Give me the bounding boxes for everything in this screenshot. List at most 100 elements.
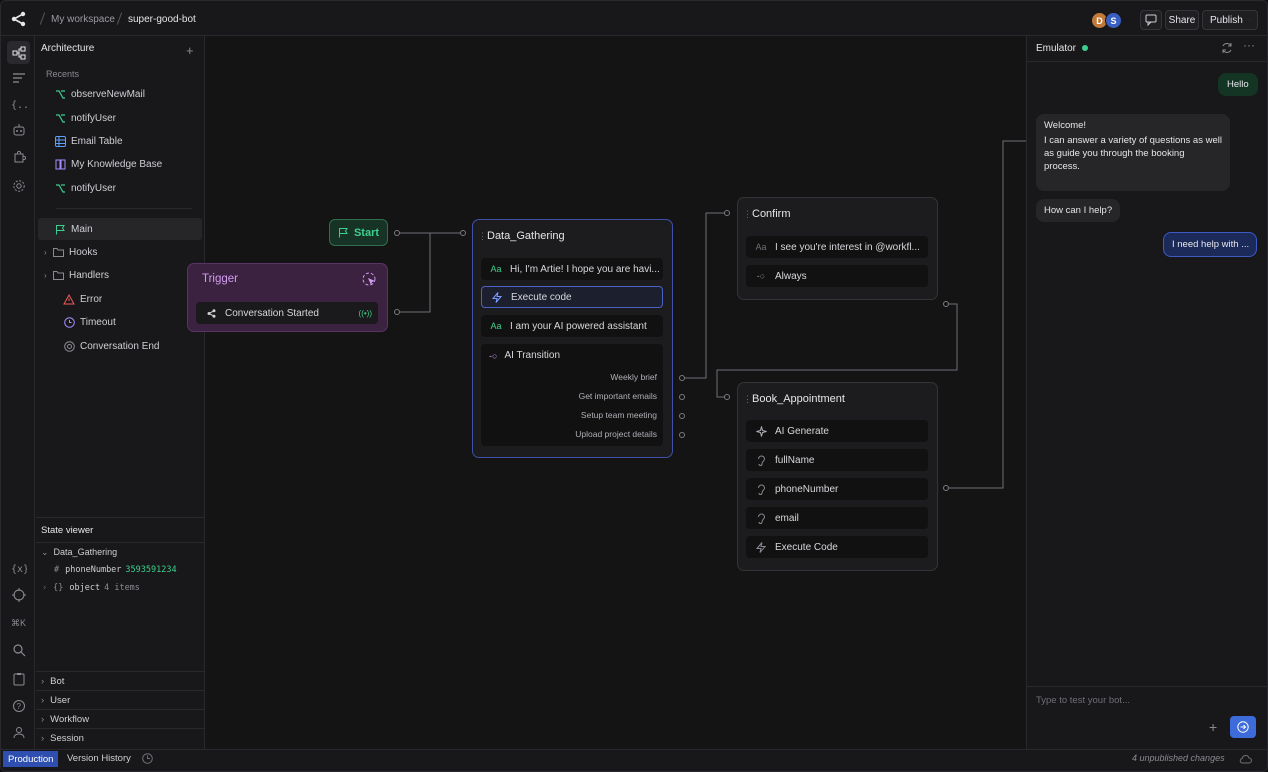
- tree-item-error[interactable]: Error: [36, 288, 203, 310]
- port[interactable]: [943, 301, 949, 307]
- port[interactable]: [724, 210, 730, 216]
- section-label: User: [50, 695, 71, 706]
- state-group[interactable]: ⌄ Data_Gathering: [41, 547, 117, 558]
- port[interactable]: [460, 230, 466, 236]
- node-row-capture[interactable]: phoneNumber: [746, 478, 928, 500]
- bot-message-title: Welcome!: [1044, 120, 1087, 131]
- state-var-row[interactable]: # phoneNumber 3593591234: [54, 565, 177, 575]
- more-options-icon[interactable]: ···: [1243, 38, 1255, 52]
- transition-option[interactable]: Upload project details: [575, 429, 657, 439]
- drag-handle-icon[interactable]: ⋮: [478, 231, 487, 242]
- tree-item-hooks[interactable]: › Hooks: [36, 241, 203, 263]
- recent-item[interactable]: observeNewMail: [54, 83, 204, 105]
- help-icon[interactable]: ?: [10, 697, 27, 714]
- port[interactable]: [679, 375, 685, 381]
- command-shortcut[interactable]: ⌘K: [10, 615, 27, 632]
- section-workflow[interactable]: › Workflow: [41, 714, 89, 725]
- state-var-row[interactable]: › {} object 4 items: [42, 583, 140, 593]
- architecture-icon[interactable]: [7, 41, 30, 64]
- publish-button[interactable]: Publish: [1202, 10, 1258, 30]
- tree-item-handlers[interactable]: › Handlers: [36, 264, 203, 286]
- book-appointment-node[interactable]: ⋮ Book_Appointment AI Generate fullName …: [737, 382, 938, 571]
- svg-text:{x}: {x}: [11, 564, 27, 574]
- list-icon[interactable]: [10, 69, 27, 86]
- tree-item-label: Main: [71, 223, 93, 235]
- emulator-title: Emulator: [1036, 43, 1077, 54]
- row-label: fullName: [775, 454, 815, 466]
- unpublished-changes: 4 unpublished changes: [1132, 753, 1225, 763]
- comments-button[interactable]: [1140, 10, 1162, 30]
- puzzle-icon[interactable]: [10, 148, 27, 165]
- search-icon[interactable]: [10, 641, 27, 658]
- start-node[interactable]: Start: [329, 219, 388, 246]
- port[interactable]: [679, 413, 685, 419]
- recent-item[interactable]: My Knowledge Base: [54, 153, 204, 175]
- settings-gear-icon[interactable]: [10, 177, 27, 194]
- port[interactable]: [679, 432, 685, 438]
- text-icon: Aa: [490, 321, 502, 331]
- state-group-label: Data_Gathering: [53, 547, 118, 557]
- send-button[interactable]: [1230, 716, 1256, 738]
- bot-icon[interactable]: [10, 121, 27, 138]
- port[interactable]: [679, 394, 685, 400]
- recent-item[interactable]: Email Table: [54, 130, 204, 152]
- data-gathering-node[interactable]: ⋮ Data_Gathering Aa Hi, I'm Artie! I hop…: [472, 219, 673, 458]
- tree-item-main[interactable]: Main: [38, 218, 202, 240]
- recent-item-label: notifyUser: [71, 112, 117, 124]
- variable-x-icon[interactable]: {x}: [10, 559, 27, 576]
- section-bot[interactable]: › Bot: [41, 676, 64, 687]
- port[interactable]: [394, 309, 400, 315]
- user-icon[interactable]: [10, 723, 27, 740]
- port[interactable]: [394, 230, 400, 236]
- node-row-ai-generate[interactable]: AI Generate: [746, 420, 928, 442]
- app-logo-icon[interactable]: [10, 10, 28, 28]
- divider: [36, 542, 205, 543]
- avatar[interactable]: S: [1105, 12, 1122, 29]
- breadcrumb-bot-name[interactable]: super-good-bot: [128, 14, 196, 25]
- refresh-icon[interactable]: [1221, 42, 1233, 54]
- node-row-execute-code[interactable]: Execute code: [481, 286, 663, 308]
- add-icon[interactable]: +: [186, 43, 194, 58]
- production-badge[interactable]: Production: [3, 751, 59, 767]
- trigger-node[interactable]: Trigger Conversation Started ((•)): [187, 263, 388, 332]
- recent-item-label: Email Table: [71, 135, 123, 147]
- section-session[interactable]: › Session: [41, 733, 84, 744]
- transition-option[interactable]: Get important emails: [579, 391, 657, 401]
- confirm-node[interactable]: ⋮ Confirm Aa I see you're interest in @w…: [737, 197, 938, 300]
- node-row-capture[interactable]: email: [746, 507, 928, 529]
- version-history-link[interactable]: Version History: [67, 753, 131, 764]
- target-icon[interactable]: [10, 586, 27, 603]
- tree-item-timeout[interactable]: Timeout: [36, 311, 203, 333]
- workflow-icon: [54, 112, 66, 124]
- recent-item[interactable]: notifyUser: [54, 177, 204, 199]
- port[interactable]: [943, 485, 949, 491]
- drag-handle-icon[interactable]: ⋮: [743, 394, 752, 405]
- port[interactable]: [724, 394, 730, 400]
- section-user[interactable]: › User: [41, 695, 70, 706]
- transition-option[interactable]: Weekly brief: [610, 372, 657, 382]
- node-row-capture[interactable]: fullName: [746, 449, 928, 471]
- node-row-text[interactable]: Aa I am your AI powered assistant: [481, 315, 663, 337]
- tree-item-conversation-end[interactable]: Conversation End: [36, 335, 203, 357]
- message-input[interactable]: Type to test your bot...: [1036, 695, 1130, 706]
- node-row-text[interactable]: Aa Hi, I'm Artie! I hope you are havi...: [481, 258, 663, 280]
- node-row-execute-code[interactable]: Execute Code: [746, 536, 928, 558]
- ai-transition-block[interactable]: -○ AI Transition Weekly brief Get import…: [481, 344, 663, 446]
- breadcrumb-workspace[interactable]: My workspace: [51, 14, 115, 25]
- transition-option[interactable]: Setup team meeting: [581, 410, 657, 420]
- divider: [36, 517, 205, 518]
- share-button[interactable]: Share: [1165, 10, 1199, 30]
- svg-text:?: ?: [16, 702, 21, 711]
- clipboard-icon[interactable]: [10, 670, 27, 687]
- node-row-always[interactable]: -○ Always: [746, 265, 928, 287]
- variables-icon[interactable]: {..}: [10, 95, 27, 112]
- flow-canvas[interactable]: Start Trigger Conversation Started ((•))…: [187, 36, 1026, 749]
- node-row-text[interactable]: Aa I see you're interest in @workfl...: [746, 236, 928, 258]
- trigger-row[interactable]: Conversation Started ((•)): [196, 302, 378, 324]
- drag-handle-icon[interactable]: ⋮: [743, 209, 752, 220]
- history-icon[interactable]: [142, 753, 153, 764]
- recent-item[interactable]: notifyUser: [54, 107, 204, 129]
- attach-plus-icon[interactable]: +: [1209, 719, 1217, 735]
- tree-item-label: Conversation End: [80, 340, 160, 352]
- status-dot: [1082, 45, 1088, 51]
